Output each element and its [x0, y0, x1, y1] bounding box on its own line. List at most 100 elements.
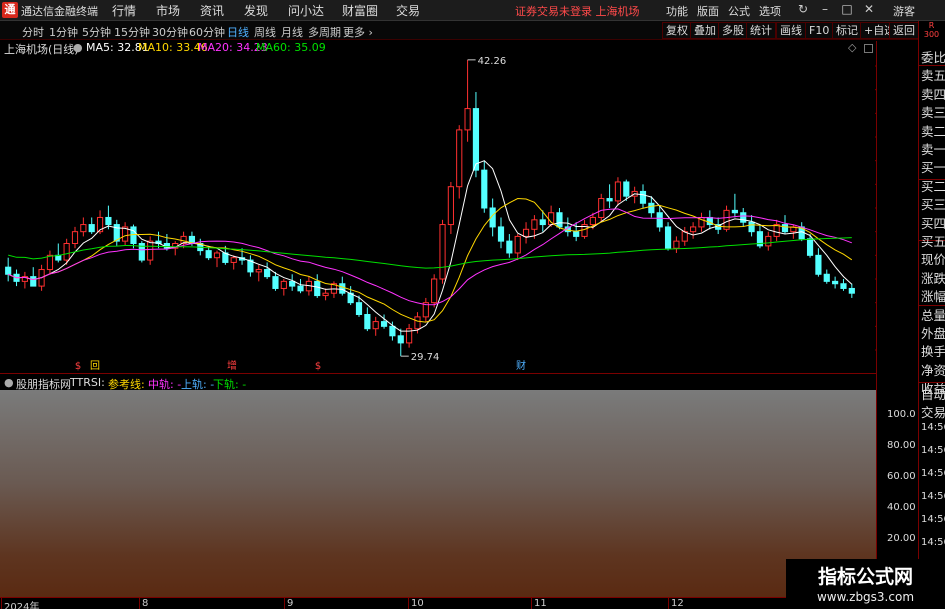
- indicator-settings-icon[interactable]: ●: [4, 376, 14, 389]
- candle-up: [447, 186, 454, 226]
- stock-name[interactable]: 上海机场(日线): [4, 41, 79, 57]
- quote-label: 委比: [921, 50, 945, 65]
- candle-up: [322, 292, 329, 297]
- low-price-label: 29.74: [411, 352, 440, 363]
- menu-formula[interactable]: 公式: [728, 3, 750, 19]
- candle-up: [522, 228, 530, 237]
- menu-market[interactable]: 市场: [156, 2, 180, 19]
- indicator-panel[interactable]: [0, 390, 876, 597]
- candle-up: [589, 216, 596, 226]
- financial-report-marker: 财: [516, 359, 526, 372]
- window-mode-icon[interactable]: .: [864, 44, 873, 53]
- candle-up: [414, 316, 421, 330]
- quote-label: 买四: [921, 215, 945, 231]
- quote-panel[interactable]: 委比 卖五 卖四 卖三 卖二 卖一 买一 买二 买三 买四 买五 现价 涨跌 涨幅 总量 外盘 换手 净资 收益 自动…: [918, 21, 945, 609]
- candle-up: [773, 224, 780, 237]
- multi-stock-button[interactable]: 多股: [718, 22, 748, 39]
- trade-time: 14:56: [921, 422, 945, 433]
- candle-up: [280, 280, 287, 289]
- maximize-icon[interactable]: □: [840, 2, 854, 17]
- period-tab-more[interactable]: 更多 ›: [343, 24, 373, 40]
- period-tab-60min[interactable]: 60分钟: [189, 24, 225, 40]
- menu-functions[interactable]: 功能: [666, 3, 688, 19]
- date-tick: [668, 598, 669, 609]
- draw-line-button[interactable]: 画线: [776, 22, 806, 39]
- candle-up: [456, 129, 463, 188]
- f10-button[interactable]: F10: [805, 22, 834, 39]
- diamond-icon[interactable]: ◇: [848, 41, 856, 54]
- refresh-icon[interactable]: ↻: [796, 2, 810, 17]
- candlestick-chart[interactable]: 42.0041.0040.0039.0038.0037.0036.0035.00…: [0, 56, 877, 372]
- quote-bottom-label: 交易: [921, 405, 945, 420]
- close-icon[interactable]: ✕: [862, 2, 876, 17]
- date-tick: [408, 598, 409, 609]
- adjust-button[interactable]: 复权: [662, 22, 692, 39]
- date-tick: [531, 598, 532, 609]
- menu-quotes[interactable]: 行情: [112, 2, 136, 19]
- candle-up: [531, 219, 538, 230]
- trade-time: 14:56: [921, 445, 945, 456]
- back-button[interactable]: 返回: [889, 22, 919, 39]
- candle-down: [815, 254, 822, 275]
- mark-button[interactable]: 标记: [832, 22, 862, 39]
- period-tab-daily[interactable]: 日线: [227, 24, 249, 40]
- period-tab-monthly[interactable]: 月线: [281, 24, 303, 40]
- quote-label: 总量: [921, 307, 945, 323]
- period-tab-15min[interactable]: 15分钟: [114, 24, 150, 40]
- quote-label: 涨跌: [921, 270, 945, 286]
- candle-down: [664, 226, 672, 249]
- candle-up: [514, 235, 521, 254]
- candle-up: [372, 321, 379, 330]
- candle-up: [614, 181, 622, 202]
- period-tab-weekly[interactable]: 周线: [254, 24, 276, 40]
- quote-label: 卖五: [921, 68, 945, 84]
- trade-time: 14:56: [921, 537, 945, 548]
- quote-label: 现价: [921, 252, 945, 268]
- menu-layout[interactable]: 版面: [697, 3, 719, 19]
- quote-bottom-label: 自动: [921, 387, 945, 402]
- quote-label: 买五: [921, 234, 945, 249]
- ind-tick-60: 60.00: [887, 471, 916, 482]
- candle-down: [364, 314, 371, 330]
- period-tab-30min[interactable]: 30分钟: [152, 24, 188, 40]
- candle-down: [105, 216, 112, 226]
- ind-tick-40: 40.00: [887, 502, 916, 513]
- period-tab-5min[interactable]: 5分钟: [82, 24, 111, 40]
- candle-up: [80, 224, 87, 233]
- candle-up: [213, 252, 221, 259]
- app-title: 通达信金融终端: [21, 5, 98, 18]
- menu-news[interactable]: 资讯: [200, 2, 224, 19]
- candle-down: [297, 285, 304, 292]
- guest-user-label[interactable]: 游客: [893, 3, 915, 19]
- date-axis: 2024年 8 9 10 11 12: [0, 597, 877, 609]
- candle-up: [147, 240, 154, 261]
- ind-tick-100: 100.0: [887, 409, 916, 420]
- period-tab-1min[interactable]: 1分钟: [49, 24, 78, 40]
- settings-circle-icon[interactable]: ●: [73, 41, 83, 54]
- candle-down: [506, 240, 513, 254]
- period-tab-multi[interactable]: 多周期: [308, 24, 341, 40]
- chart-header: 上海机场(日线) ● MA5: 32.81 MA10: 33.46 MA20: …: [0, 41, 880, 56]
- menu-discover[interactable]: 发现: [244, 2, 268, 19]
- login-status-notice[interactable]: 证券交易未登录 上海机场: [515, 3, 640, 19]
- candle-down: [397, 335, 404, 344]
- watermark: 指标公式网 www.zbgs3.com: [786, 559, 945, 609]
- candle-down: [639, 190, 647, 204]
- menu-options[interactable]: 选项: [759, 3, 781, 19]
- period-tab-intraday[interactable]: 分时: [22, 24, 44, 40]
- quote-label: 买一: [921, 160, 945, 176]
- quote-label: 卖二: [921, 123, 945, 139]
- candle-down: [606, 198, 613, 202]
- date-tick: [284, 598, 285, 609]
- quote-label: 换手: [921, 344, 945, 360]
- menu-wealth-circle[interactable]: 财富圈: [342, 2, 378, 19]
- quote-label: 卖三: [921, 105, 945, 121]
- menu-ask-xiaoda[interactable]: 问小达: [288, 2, 324, 19]
- menu-trade[interactable]: 交易: [396, 2, 420, 19]
- candle-down: [848, 287, 855, 294]
- r-value: 300: [923, 30, 940, 39]
- overlay-button[interactable]: 叠加: [690, 22, 720, 39]
- candle-up: [255, 269, 262, 273]
- minimize-icon[interactable]: –: [818, 2, 832, 17]
- statistics-button[interactable]: 统计: [746, 22, 776, 39]
